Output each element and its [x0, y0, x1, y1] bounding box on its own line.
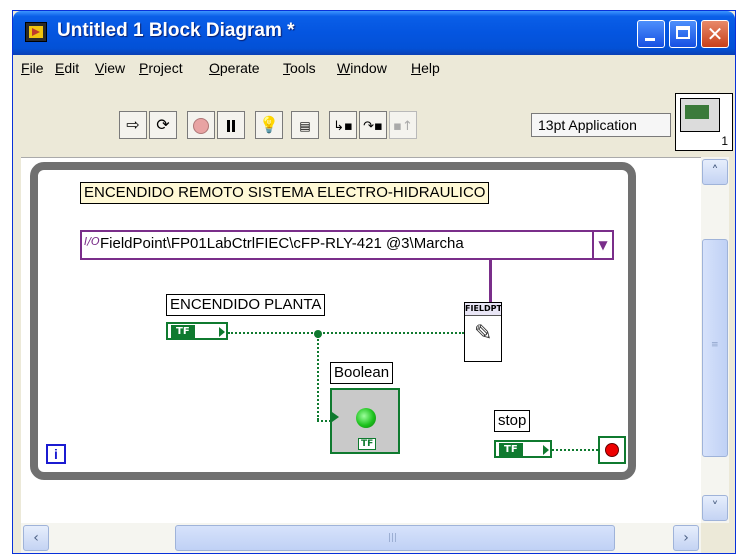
scroll-down-button[interactable]: ˅ — [702, 495, 728, 521]
fieldpoint-io-constant[interactable]: I/O FieldPoint\FP01LabCtrlFIEC\cFP-RLY-4… — [80, 230, 614, 260]
grip-icon: ≡ — [711, 340, 719, 350]
boolean-indicator-terminal[interactable]: TF — [330, 388, 400, 454]
free-label-comment[interactable]: ENCENDIDO REMOTO SISTEMA ELECTRO-HIDRAUL… — [80, 182, 490, 204]
io-dropdown-button[interactable]: ▼ — [592, 232, 612, 258]
encendido-planta-label[interactable]: ENCENDIDO PLANTA — [166, 294, 326, 316]
boolean-wire-main[interactable] — [228, 332, 464, 334]
abort-button[interactable] — [187, 111, 215, 139]
menu-bar: File Edit View Project Operate Tools Win… — [13, 55, 735, 81]
terminal-input-arrow-icon — [332, 412, 339, 422]
dropdown-arrow-icon: ▼ — [598, 238, 608, 252]
pause-bar-left — [227, 119, 230, 132]
scroll-left-button[interactable]: ‹ — [23, 525, 49, 551]
run-continuously-icon: ⟳ — [156, 115, 170, 134]
boolean-label[interactable]: Boolean — [330, 362, 394, 384]
chevron-right-icon: › — [683, 530, 689, 546]
menu-view[interactable]: View — [95, 60, 125, 76]
close-button[interactable]: ✕ — [701, 20, 729, 48]
stop-button-terminal[interactable]: TF — [494, 440, 552, 458]
pause-bar-right — [232, 119, 235, 132]
step-over-button[interactable]: ↷▪ — [359, 111, 387, 139]
step-into-icon: ↳▪ — [333, 119, 353, 134]
menu-operate[interactable]: Operate — [209, 60, 260, 76]
scroll-up-button[interactable]: ˄ — [702, 159, 728, 185]
toolbar: ⇨ ⟳ 💡 ▤ ↳▪ ↷▪ ▪↑ 13pt Application 1 — [13, 81, 735, 157]
run-button[interactable]: ⇨ — [119, 111, 147, 139]
step-into-button[interactable]: ↳▪ — [329, 111, 357, 139]
led-indicator-icon — [356, 408, 376, 428]
pause-button[interactable] — [217, 111, 245, 139]
lightbulb-icon: 💡 — [259, 115, 279, 134]
retain-wire-values-icon: ▤ — [299, 119, 311, 133]
close-icon: ✕ — [706, 22, 724, 46]
vi-icon — [680, 98, 720, 132]
connector-pane-number: 1 — [721, 134, 728, 148]
minimize-icon — [645, 38, 655, 41]
vertical-scrollbar[interactable]: ˄ ≡ ˅ — [701, 157, 729, 523]
stop-if-true-icon — [605, 443, 619, 457]
menu-edit[interactable]: Edit — [55, 60, 79, 76]
chevron-down-icon: ˅ — [711, 500, 719, 516]
terminal-output-arrow-icon — [219, 327, 225, 337]
labview-block-diagram-icon[interactable] — [25, 22, 47, 42]
retain-wire-values-button[interactable]: ▤ — [291, 111, 319, 139]
loop-iteration-terminal[interactable]: i — [46, 444, 66, 464]
run-continuously-button[interactable]: ⟳ — [149, 111, 177, 139]
fieldpoint-io-path: FieldPoint\FP01LabCtrlFIEC\cFP-RLY-421 @… — [100, 235, 464, 252]
stop-label[interactable]: stop — [494, 410, 531, 432]
fieldpoint-node-label: FIELDPT — [465, 303, 502, 316]
tf-glyph: TF — [171, 325, 195, 339]
terminal-output-arrow-icon — [543, 445, 549, 455]
chevron-up-icon: ˄ — [711, 164, 719, 180]
boolean-wire-branch-vertical[interactable] — [317, 336, 319, 420]
minimize-button[interactable] — [637, 20, 665, 48]
abort-icon — [193, 117, 209, 134]
step-over-icon: ↷▪ — [363, 119, 383, 134]
grip-icon: ||| — [388, 533, 398, 543]
horizontal-scroll-thumb[interactable]: ||| — [175, 525, 615, 551]
scroll-right-button[interactable]: › — [673, 525, 699, 551]
horizontal-scrollbar[interactable]: ‹ ||| › — [21, 523, 701, 553]
stop-wire[interactable] — [552, 449, 598, 451]
tf-glyph: TF — [358, 438, 377, 450]
io-name-icon: I/O — [84, 235, 100, 248]
menu-tools[interactable]: Tools — [283, 60, 316, 76]
run-arrow-icon: ⇨ — [126, 115, 140, 134]
fieldpoint-write-node[interactable]: FIELDPT ✎ — [464, 302, 502, 362]
window-title: Untitled 1 Block Diagram * — [57, 20, 295, 41]
menu-file[interactable]: File — [21, 60, 44, 76]
tf-glyph: TF — [499, 443, 523, 457]
io-refnum-wire[interactable] — [489, 258, 492, 302]
menu-project[interactable]: Project — [139, 60, 183, 76]
title-bar[interactable]: Untitled 1 Block Diagram * ✕ — [13, 11, 735, 55]
maximize-icon — [676, 26, 690, 39]
highlight-execution-button[interactable]: 💡 — [255, 111, 283, 139]
pencil-write-icon: ✎ — [474, 321, 493, 346]
chevron-left-icon: ‹ — [33, 530, 39, 546]
boolean-wire-branch-horizontal[interactable] — [317, 420, 331, 422]
loop-condition-terminal[interactable] — [598, 436, 626, 464]
step-out-button[interactable]: ▪↑ — [389, 111, 417, 139]
step-out-icon: ▪↑ — [393, 119, 413, 134]
vertical-scroll-thumb[interactable]: ≡ — [702, 239, 728, 457]
encendido-planta-terminal[interactable]: TF — [166, 322, 228, 340]
menu-window[interactable]: Window — [337, 60, 387, 76]
maximize-button[interactable] — [669, 20, 697, 48]
menu-help[interactable]: Help — [411, 60, 440, 76]
icon-connector-pane[interactable]: 1 — [675, 93, 733, 151]
text-settings-dropdown[interactable]: 13pt Application — [531, 113, 671, 137]
